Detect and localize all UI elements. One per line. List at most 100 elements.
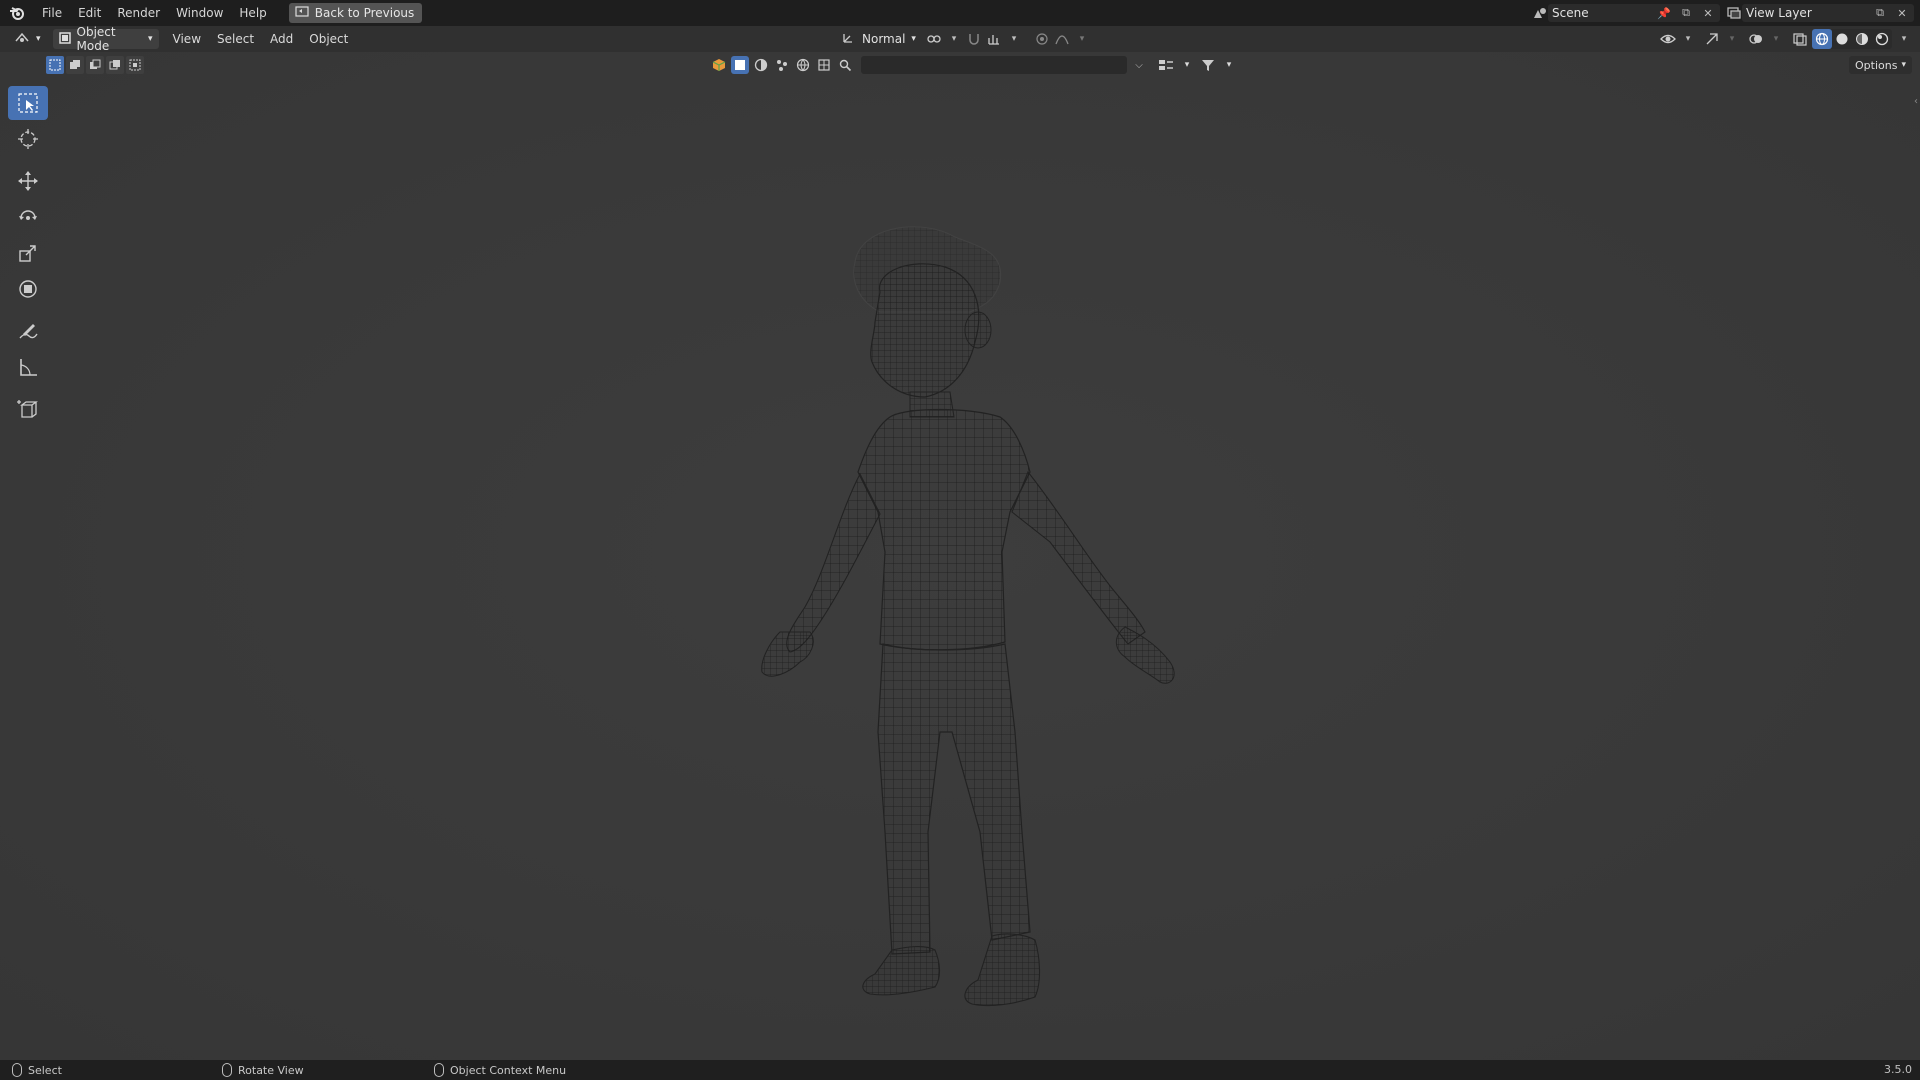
snap-increment-icon[interactable] — [986, 31, 1002, 47]
orientation-dropdown[interactable]: Normal ▾ — [836, 29, 922, 49]
select-subtract-icon[interactable] — [86, 56, 104, 74]
new-scene-icon[interactable]: ⧉ — [1678, 5, 1694, 21]
material-filter-icon[interactable] — [752, 56, 770, 74]
status-select: Select — [12, 1063, 62, 1077]
cursor-tool[interactable] — [8, 122, 48, 156]
shading-mode-group — [1812, 29, 1892, 49]
solid-shading-icon[interactable] — [1832, 29, 1852, 49]
version-label: 3.5.0 — [1884, 1063, 1912, 1076]
select-box-tool[interactable] — [8, 86, 48, 120]
rendered-shading-icon[interactable] — [1872, 29, 1892, 49]
wireframe-shading-icon[interactable] — [1812, 29, 1832, 49]
texture-filter-icon[interactable] — [815, 56, 833, 74]
character-wireframe-model — [761, 226, 1175, 1007]
mouse-right-icon — [434, 1063, 444, 1077]
close-view-layer-icon[interactable]: ✕ — [1894, 5, 1910, 21]
overlays-icon[interactable] — [1748, 31, 1764, 47]
xray-toggle-icon[interactable] — [1792, 31, 1808, 47]
status-context: Object Context Menu — [434, 1063, 566, 1077]
scale-tool[interactable] — [8, 236, 48, 270]
chevron-down-icon[interactable]: ▾ — [1768, 31, 1784, 47]
header-menu-object[interactable]: Object — [301, 32, 356, 46]
chevron-down-icon[interactable]: ▾ — [1896, 31, 1912, 47]
chevron-down-icon[interactable]: ▾ — [1220, 56, 1238, 74]
object-type-filter-row: ⌵ ▾ ▾ — [710, 56, 1238, 74]
chevron-down-icon[interactable]: ▾ — [1074, 31, 1090, 47]
status-rotate: Rotate View — [222, 1063, 304, 1077]
options-label: Options — [1855, 58, 1898, 72]
chevron-down-icon[interactable]: ▾ — [1006, 31, 1022, 47]
chevron-down-icon[interactable]: ▾ — [1724, 31, 1740, 47]
world-filter-icon[interactable] — [794, 56, 812, 74]
cube-color-icon[interactable] — [710, 56, 728, 74]
transform-tool[interactable] — [8, 272, 48, 306]
chevron-down-icon[interactable]: ▾ — [1178, 56, 1196, 74]
chevron-down-icon[interactable]: ▾ — [1680, 31, 1696, 47]
menu-window[interactable]: Window — [168, 3, 231, 23]
mode-dropdown[interactable]: Object Mode ▾ — [52, 25, 159, 53]
select-new-icon[interactable] — [46, 56, 64, 74]
mouse-middle-icon — [222, 1063, 232, 1077]
scene-selector-icon[interactable] — [1532, 5, 1548, 21]
editor-type-dropdown[interactable]: ▾ — [8, 29, 47, 49]
rotate-tool[interactable] — [8, 200, 48, 234]
visibility-icon[interactable] — [1660, 31, 1676, 47]
mesh-filter-icon[interactable] — [731, 56, 749, 74]
select-intersect-icon[interactable] — [126, 56, 144, 74]
back-to-previous-button[interactable]: Back to Previous — [288, 3, 423, 23]
options-dropdown[interactable]: Options ▾ — [1849, 56, 1912, 74]
annotate-tool[interactable] — [8, 314, 48, 348]
selection-mode-group — [46, 56, 144, 74]
material-shading-icon[interactable] — [1852, 29, 1872, 49]
object-mode-icon — [58, 31, 71, 47]
select-invert-icon[interactable] — [106, 56, 124, 74]
chevron-down-icon: ▾ — [1901, 60, 1906, 70]
search-input[interactable] — [861, 56, 1127, 74]
snap-icon[interactable] — [966, 31, 982, 47]
scene-field[interactable]: Scene 📌 ⧉ ✕ — [1548, 4, 1720, 22]
header-menu-view[interactable]: View — [165, 32, 209, 46]
display-mode-icon[interactable] — [1157, 56, 1175, 74]
scene-name: Scene — [1552, 6, 1589, 20]
left-toolbar — [8, 86, 50, 428]
chevron-down-icon: ▾ — [148, 34, 153, 44]
pin-icon[interactable]: 📌 — [1656, 5, 1672, 21]
search-icon — [836, 56, 854, 74]
particles-filter-icon[interactable] — [773, 56, 791, 74]
3d-viewport[interactable] — [0, 52, 1920, 1060]
mouse-left-icon — [12, 1063, 22, 1077]
status-bar: Select Rotate View Object Context Menu 3… — [0, 1060, 1920, 1080]
close-scene-icon[interactable]: ✕ — [1700, 5, 1716, 21]
gizmo-icon[interactable] — [1704, 31, 1720, 47]
menu-render[interactable]: Render — [109, 3, 168, 23]
chevron-down-icon[interactable]: ⌵ — [1130, 56, 1148, 74]
back-to-previous-label: Back to Previous — [314, 6, 415, 20]
header-menu-select[interactable]: Select — [209, 32, 262, 46]
move-tool[interactable] — [8, 164, 48, 198]
menu-file[interactable]: File — [34, 3, 70, 23]
new-view-layer-icon[interactable]: ⧉ — [1872, 5, 1888, 21]
filter-funnel-icon[interactable] — [1199, 56, 1217, 74]
view-layer-icon[interactable] — [1726, 5, 1742, 21]
back-screen-icon — [295, 5, 309, 21]
menu-edit[interactable]: Edit — [70, 3, 109, 23]
pivot-point-icon[interactable] — [926, 31, 942, 47]
sidebar-expand-icon[interactable]: ‹ — [1914, 96, 1918, 107]
proportional-editing-icon[interactable] — [1034, 31, 1050, 47]
status-rotate-label: Rotate View — [238, 1063, 304, 1077]
orientation-label: Normal — [862, 32, 906, 46]
mode-label: Object Mode — [76, 25, 116, 53]
add-cube-tool[interactable] — [8, 392, 48, 426]
viewport-display-tools: ▾ ▾ ▾ ▾ — [1660, 29, 1912, 49]
chevron-down-icon[interactable]: ▾ — [946, 31, 962, 47]
transform-tools-group: Normal ▾ ▾ ▾ ▾ — [836, 29, 1090, 49]
orientation-icon — [842, 32, 856, 47]
select-extend-icon[interactable] — [66, 56, 84, 74]
top-menu-bar: File Edit Render Window Help Back to Pre… — [0, 0, 1920, 26]
header-menu-add[interactable]: Add — [262, 32, 301, 46]
blender-logo-icon[interactable] — [8, 4, 26, 22]
menu-help[interactable]: Help — [231, 3, 274, 23]
view-layer-field[interactable]: View Layer ⧉ ✕ — [1742, 4, 1914, 22]
falloff-icon[interactable] — [1054, 31, 1070, 47]
measure-tool[interactable] — [8, 350, 48, 384]
